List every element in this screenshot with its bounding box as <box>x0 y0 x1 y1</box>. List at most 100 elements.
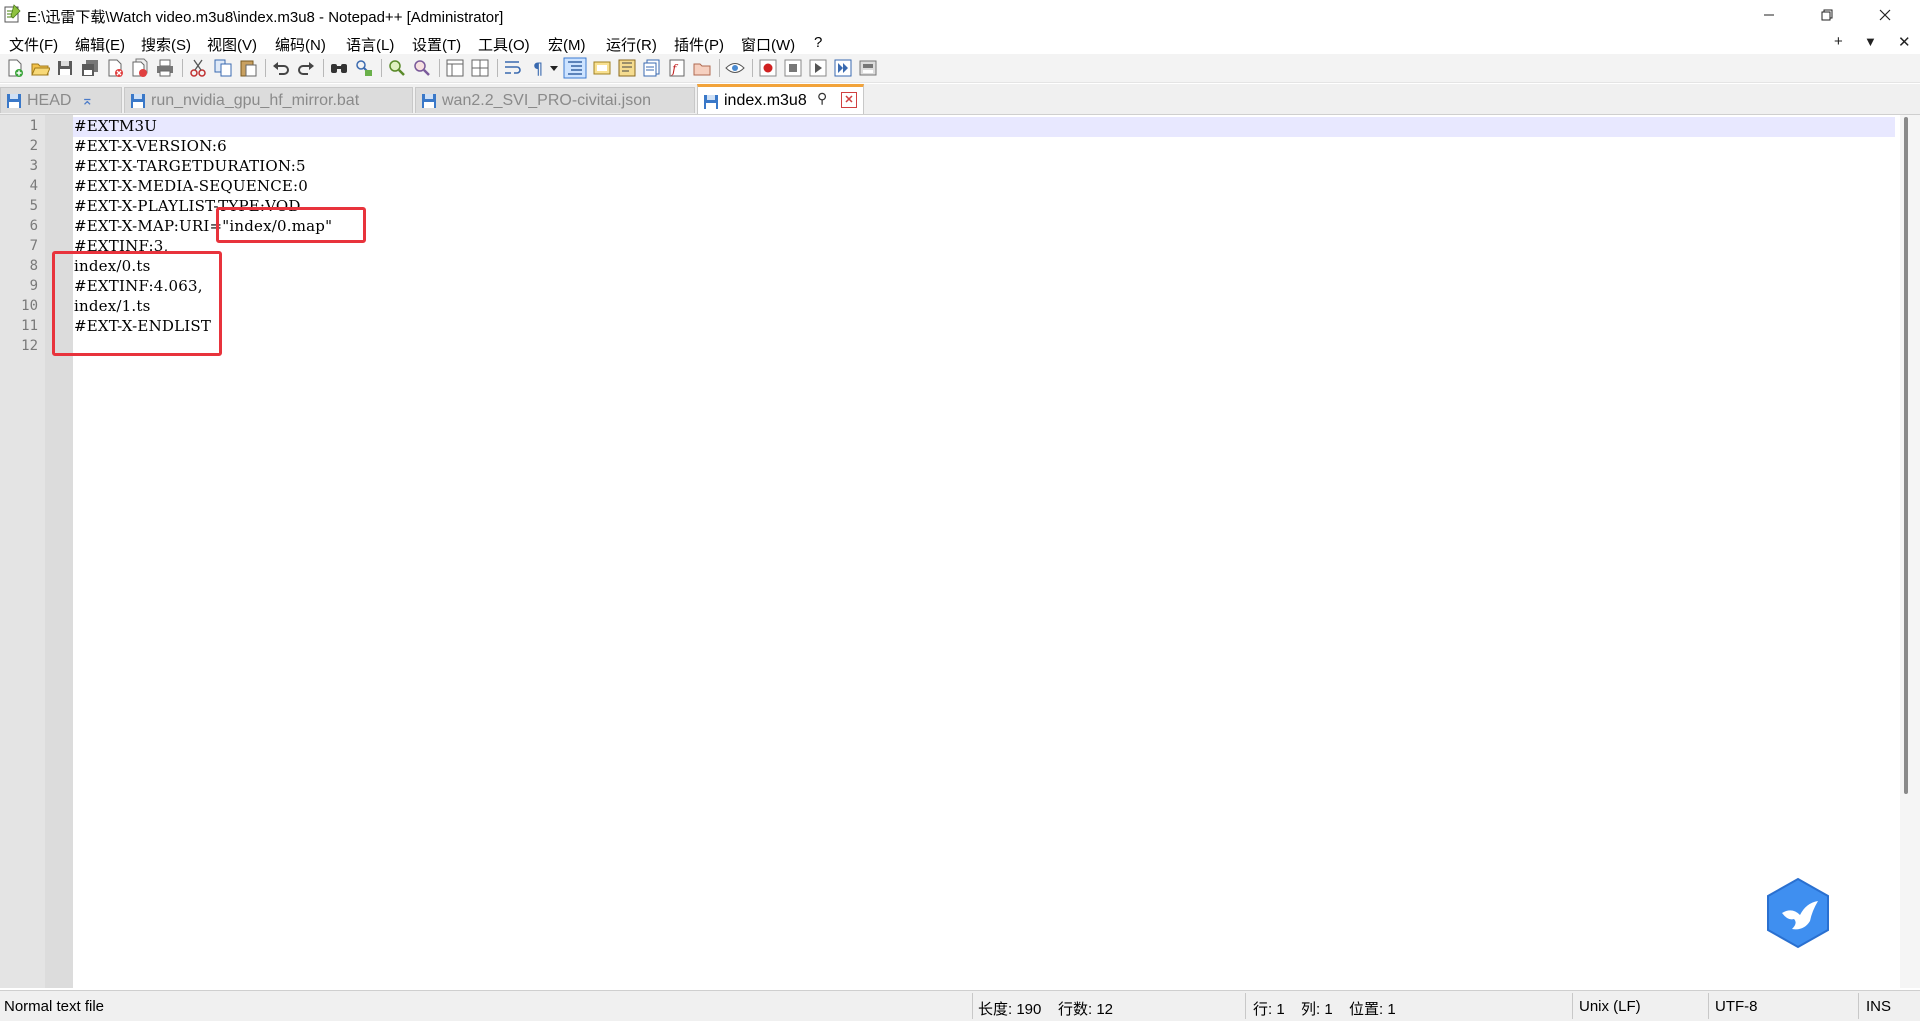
redo-icon[interactable] <box>296 58 316 78</box>
replace-icon[interactable] <box>354 58 374 78</box>
show-all-chars-icon[interactable]: ¶ <box>528 58 548 78</box>
tab-wan-json[interactable]: wan2.2_SVI_PRO-civitai.json <box>415 87 695 113</box>
indent-guide-icon[interactable] <box>563 57 587 79</box>
save-macro-icon[interactable] <box>858 58 878 78</box>
doc-map-icon[interactable] <box>617 58 637 78</box>
menu-edit[interactable]: 编辑(E) <box>75 34 125 55</box>
menu-help[interactable]: ? <box>814 34 822 51</box>
zoom-out-icon[interactable] <box>412 58 432 78</box>
save-icon[interactable] <box>55 58 75 78</box>
fold-margin[interactable] <box>45 115 73 988</box>
line-number: 6 <box>29 218 38 234</box>
code-line[interactable]: #EXT-X-VERSION:6 <box>74 137 227 155</box>
status-pos[interactable]: 位置: 1 <box>1349 998 1396 1019</box>
open-file-icon[interactable] <box>30 58 50 78</box>
tab-label: run_nvidia_gpu_hf_mirror.bat <box>151 92 360 109</box>
menu-language[interactable]: 语言(L) <box>346 34 394 55</box>
line-number: 2 <box>29 138 38 154</box>
saved-file-icon <box>7 94 21 108</box>
menu-run[interactable]: 运行(R) <box>606 34 657 55</box>
menu-window[interactable]: 窗口(W) <box>741 34 795 55</box>
code-line[interactable]: #EXTM3U <box>74 117 157 135</box>
function-list-icon[interactable]: f <box>667 58 687 78</box>
sync-horizontal-icon[interactable] <box>470 58 490 78</box>
user-lang-icon[interactable] <box>592 58 612 78</box>
toolbar-separator <box>752 59 753 77</box>
scrollbar-thumb[interactable] <box>1904 117 1908 794</box>
monitoring-eye-icon[interactable] <box>725 58 745 78</box>
tab-run-nvidia-bat[interactable]: run_nvidia_gpu_hf_mirror.bat <box>124 87 413 113</box>
close-tab-icon[interactable]: ✕ <box>841 92 857 108</box>
close-all-icon[interactable] <box>130 58 150 78</box>
tab-bar: HEAD ⌅ run_nvidia_gpu_hf_mirror.bat wan2… <box>0 84 1920 115</box>
menu-settings[interactable]: 设置(T) <box>412 34 461 55</box>
copy-icon[interactable] <box>213 58 233 78</box>
undo-icon[interactable] <box>271 58 291 78</box>
notepadpp-app-icon[interactable] <box>2 4 22 24</box>
menu-view[interactable]: 视图(V) <box>207 34 257 55</box>
toolbar-separator <box>719 59 720 77</box>
play-macro-icon[interactable] <box>808 58 828 78</box>
word-wrap-icon[interactable] <box>503 58 523 78</box>
status-row[interactable]: 行: 1 <box>1253 998 1285 1019</box>
minimize-button[interactable] <box>1740 0 1798 30</box>
save-all-icon[interactable] <box>80 58 100 78</box>
menu-tools[interactable]: 工具(O) <box>478 34 530 55</box>
toolbar-separator <box>182 59 183 77</box>
menu-macro[interactable]: 宏(M) <box>548 34 586 55</box>
title-bar: E:\迅雷下载\Watch video.m3u8\index.m3u8 - No… <box>0 0 1920 30</box>
new-tab-plus-icon[interactable]: + <box>1834 33 1843 50</box>
doc-list-icon[interactable] <box>642 58 662 78</box>
sync-vertical-icon[interactable] <box>445 58 465 78</box>
status-insert-mode[interactable]: INS <box>1866 998 1891 1015</box>
minimize-icon <box>1764 14 1774 16</box>
close-icon <box>1879 9 1891 21</box>
line-number: 9 <box>29 278 38 294</box>
svg-text:¶: ¶ <box>533 59 543 78</box>
pin-icon[interactable]: ⌅ <box>81 91 94 109</box>
status-lines: 行数: 12 <box>1058 1001 1114 1018</box>
code-line[interactable]: #EXT-X-TARGETDURATION:5 <box>74 157 306 175</box>
menu-bar: 文件(F) 编辑(E) 搜索(S) 视图(V) 编码(N) 语言(L) 设置(T… <box>0 30 1920 54</box>
cut-icon[interactable] <box>188 58 208 78</box>
new-file-icon[interactable] <box>5 58 25 78</box>
stop-macro-icon[interactable] <box>783 58 803 78</box>
record-macro-icon[interactable] <box>758 58 778 78</box>
code-line[interactable]: #EXT-X-MEDIA-SEQUENCE:0 <box>74 177 308 195</box>
line-number: 5 <box>29 198 38 214</box>
close-file-icon[interactable] <box>105 58 125 78</box>
zoom-in-icon[interactable] <box>387 58 407 78</box>
window-title: E:\迅雷下载\Watch video.m3u8\index.m3u8 - No… <box>27 9 504 26</box>
toolbar-separator <box>497 59 498 77</box>
menu-search[interactable]: 搜索(S) <box>141 34 191 55</box>
menu-plugins[interactable]: 插件(P) <box>674 34 724 55</box>
paste-icon[interactable] <box>238 58 258 78</box>
restore-icon <box>1821 9 1833 21</box>
chevron-down-icon[interactable] <box>548 58 560 78</box>
tab-label: index.m3u8 <box>724 92 807 109</box>
pin-icon[interactable]: ⚲ <box>817 90 827 107</box>
status-file-type: Normal text file <box>4 998 105 1015</box>
status-col[interactable]: 列: 1 <box>1301 998 1333 1019</box>
close-window-button[interactable] <box>1856 0 1914 30</box>
run-macro-multiple-icon[interactable] <box>833 58 853 78</box>
status-eol[interactable]: Unix (LF) <box>1579 998 1641 1015</box>
menu-encoding[interactable]: 编码(N) <box>275 34 326 55</box>
editor-area[interactable]: 1 2 3 4 5 6 7 8 9 10 11 12 #EXTM3U #EXT-… <box>0 115 1920 988</box>
bird-assistant-icon[interactable] <box>1764 877 1832 949</box>
tab-index-m3u8[interactable]: index.m3u8 ⚲ ✕ <box>697 84 864 114</box>
vertical-scrollbar[interactable] <box>1900 115 1920 988</box>
line-number: 1 <box>29 118 38 134</box>
menu-file[interactable]: 文件(F) <box>9 34 58 55</box>
line-number: 7 <box>29 238 38 254</box>
restore-button[interactable] <box>1798 0 1856 30</box>
saved-file-icon <box>131 94 145 108</box>
tab-head[interactable]: HEAD ⌅ <box>0 87 122 113</box>
status-encoding[interactable]: UTF-8 <box>1715 998 1758 1015</box>
tab-list-dropdown-icon[interactable]: ▼ <box>1864 34 1877 49</box>
print-icon[interactable] <box>155 58 175 78</box>
find-icon[interactable] <box>329 58 349 78</box>
folder-workspace-icon[interactable] <box>692 58 712 78</box>
close-doc-icon[interactable]: ✕ <box>1898 33 1911 51</box>
line-number: 3 <box>29 158 38 174</box>
